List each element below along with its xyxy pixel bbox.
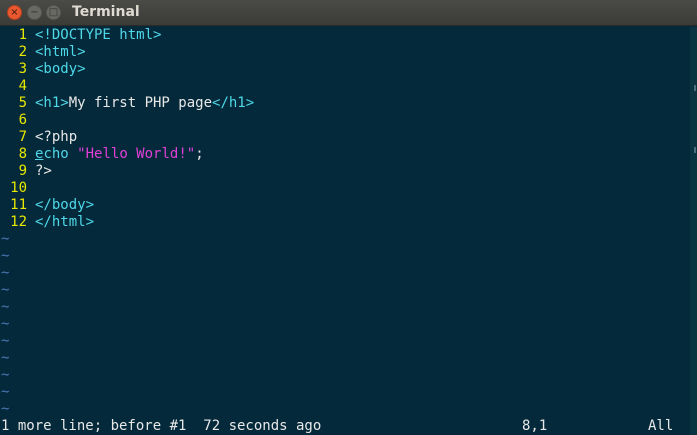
- minimize-button[interactable]: −: [27, 5, 42, 20]
- code-line[interactable]: 3 <body>: [0, 61, 690, 78]
- code-token: "Hello World!": [77, 146, 196, 162]
- terminal-window: × − □ Terminal 1 <!DOCTYPE html> 2 <html> 3 <…: [0, 0, 697, 435]
- empty-buffer-line: ~: [1, 282, 10, 298]
- window-title: Terminal: [72, 4, 140, 20]
- status-message: 1 more line; before #1 72 seconds ago: [1, 418, 322, 434]
- scrollbar[interactable]: [690, 27, 697, 435]
- code-line[interactable]: 4: [0, 78, 690, 95]
- code-token: <body>: [35, 61, 86, 77]
- code-line[interactable]: 10: [0, 180, 690, 197]
- line-number: 9: [18, 163, 27, 179]
- code-line[interactable]: 8 echo "Hello World!";: [0, 146, 690, 163]
- line-number: 12: [10, 214, 27, 230]
- status-line: 1 more line; before #1 72 seconds ago 8,…: [0, 418, 690, 435]
- empty-buffer-line: ~: [1, 316, 10, 332]
- code-token: </h1>: [212, 95, 255, 111]
- empty-buffer-line: ~: [1, 231, 10, 247]
- maximize-button[interactable]: □: [46, 5, 61, 20]
- line-number: 1: [18, 27, 27, 43]
- code-token: <html>: [35, 44, 86, 60]
- empty-buffer-line: ~: [1, 350, 10, 366]
- code-line[interactable]: 11 </body>: [0, 197, 690, 214]
- code-token: ?>: [35, 163, 52, 179]
- line-number: 8: [18, 146, 27, 162]
- line-number: 5: [18, 95, 27, 111]
- line-number: 10: [10, 180, 27, 196]
- code-line[interactable]: 5 <h1>My first PHP page</h1>: [0, 95, 690, 112]
- line-number: 3: [18, 61, 27, 77]
- code-token: cho: [43, 146, 69, 162]
- scroll-indicator: All: [648, 418, 674, 434]
- empty-buffer-line: ~: [1, 265, 10, 281]
- code-token: ;: [195, 146, 204, 162]
- code-line[interactable]: 7 <?php: [0, 129, 690, 146]
- empty-buffer-line: ~: [1, 299, 10, 315]
- empty-buffer-line: ~: [1, 384, 10, 400]
- code-token: <h1>: [35, 95, 69, 111]
- cursor-position: 8,1: [522, 418, 548, 434]
- code-line[interactable]: 2 <html>: [0, 44, 690, 61]
- line-number: 6: [18, 112, 27, 128]
- empty-buffer-line: ~: [1, 248, 10, 264]
- code-line[interactable]: 1 <!DOCTYPE html>: [0, 27, 690, 44]
- empty-buffer-line: ~: [1, 333, 10, 349]
- empty-buffer-line: ~: [1, 401, 10, 417]
- vim-editor[interactable]: 1 <!DOCTYPE html> 2 <html> 3 <body> 4 5 <h1>My f…: [0, 27, 690, 417]
- code-token: <!DOCTYPE html>: [35, 27, 162, 43]
- code-token: </body>: [35, 197, 95, 213]
- line-number: 7: [18, 129, 27, 145]
- code-line[interactable]: 9 ?>: [0, 163, 690, 180]
- code-line[interactable]: 12 </html>: [0, 214, 690, 231]
- empty-buffer-line: ~: [1, 367, 10, 383]
- scrollbar-mark: [694, 147, 696, 153]
- code-line[interactable]: 6: [0, 112, 690, 129]
- code-token: <?php: [35, 129, 78, 145]
- code-token: </html>: [35, 214, 95, 230]
- code-token: My first PHP page: [68, 95, 213, 111]
- line-number: 11: [10, 197, 27, 213]
- close-button[interactable]: ×: [7, 5, 22, 20]
- title-bar[interactable]: × − □ Terminal: [0, 0, 697, 26]
- line-number: 4: [18, 78, 27, 94]
- scrollbar-mark: [694, 85, 696, 91]
- line-number: 2: [18, 44, 27, 60]
